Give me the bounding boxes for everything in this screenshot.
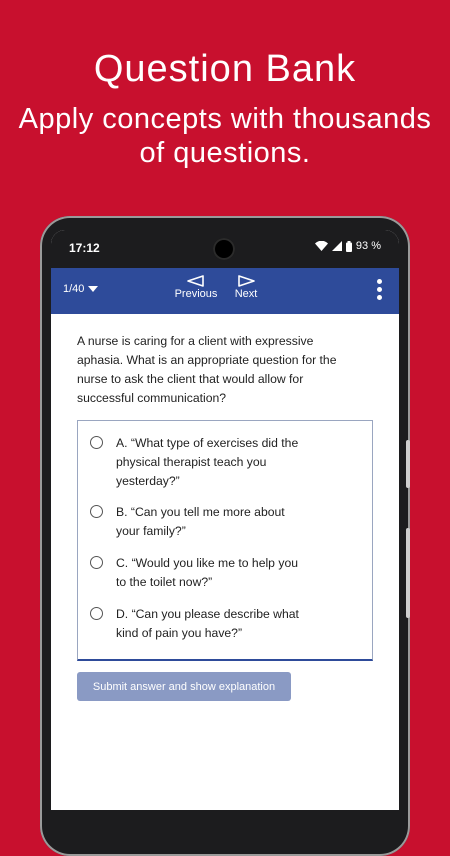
answer-option-c[interactable]: C. “Would you like me to help you to the… (90, 554, 350, 592)
answer-option-text: B. “Can you tell me more about your fami… (116, 503, 285, 541)
previous-label: Previous (174, 288, 218, 300)
question-line: successful communication? (77, 391, 227, 405)
battery-icon (345, 240, 352, 252)
submit-answer-button[interactable]: Submit answer and show explanation (77, 672, 291, 701)
wifi-icon (314, 241, 328, 251)
status-icons: 93 % (314, 240, 381, 252)
question-stem: A nurse is caring for a client with expr… (77, 332, 377, 408)
question-line: A nurse is caring for a client with expr… (77, 334, 314, 348)
previous-button[interactable]: Previous (173, 275, 219, 300)
arrow-right-icon (238, 275, 255, 287)
radio-button[interactable] (90, 607, 103, 620)
option-line: to the toilet now?” (116, 575, 213, 589)
answer-options: A. “What type of exercises did the physi… (77, 420, 373, 661)
chevron-down-icon (88, 286, 99, 292)
option-line: kind of pain you have?” (116, 626, 243, 640)
option-line: D. “Can you please describe what (116, 607, 299, 621)
next-button[interactable]: Next (231, 275, 261, 300)
promo-subtitle: Apply concepts with thousands of questio… (0, 102, 450, 170)
front-camera (213, 238, 235, 260)
answer-option-d[interactable]: D. “Can you please describe what kind of… (90, 605, 350, 643)
status-time: 17:12 (69, 241, 100, 255)
promo-subtitle-line-1: Apply concepts with thousands (18, 103, 432, 135)
answer-option-b[interactable]: B. “Can you tell me more about your fami… (90, 503, 350, 541)
answer-option-text: C. “Would you like me to help you to the… (116, 554, 298, 592)
radio-button[interactable] (90, 556, 103, 569)
question-counter: 1/40 (63, 283, 85, 295)
arrow-left-icon (187, 275, 204, 287)
more-vert-icon[interactable] (375, 279, 383, 303)
question-counter-dropdown[interactable]: 1/40 (63, 283, 99, 295)
question-line: nurse to ask the client that would allow… (77, 372, 304, 386)
option-line: A. “What type of exercises did the (116, 436, 299, 450)
battery-percentage: 93 % (355, 240, 381, 252)
phone-screen: 17:12 93 % 1/40 Previous Next A nurse is… (51, 230, 399, 810)
answer-option-a[interactable]: A. “What type of exercises did the physi… (90, 434, 350, 491)
promo-title: Question Bank (93, 48, 357, 90)
option-line: yesterday?” (116, 474, 180, 488)
option-line: your family?” (116, 524, 186, 538)
app-bar: 1/40 Previous Next (51, 268, 399, 314)
answer-option-text: A. “What type of exercises did the physi… (116, 434, 298, 491)
radio-button[interactable] (90, 505, 103, 518)
answer-option-text: D. “Can you please describe what kind of… (116, 605, 299, 643)
status-bar: 17:12 93 % (51, 230, 399, 268)
question-line: aphasia. What is an appropriate question… (77, 353, 337, 367)
phone-volume-button (406, 528, 410, 618)
option-line: B. “Can you tell me more about (116, 505, 285, 519)
next-label: Next (234, 288, 258, 300)
option-line: C. “Would you like me to help you (116, 556, 298, 570)
signal-icon (331, 241, 342, 251)
phone-side-button (406, 440, 410, 488)
radio-button[interactable] (90, 436, 103, 449)
promo-subtitle-line-2: of questions. (139, 137, 311, 169)
option-line: physical therapist teach you (116, 455, 267, 469)
